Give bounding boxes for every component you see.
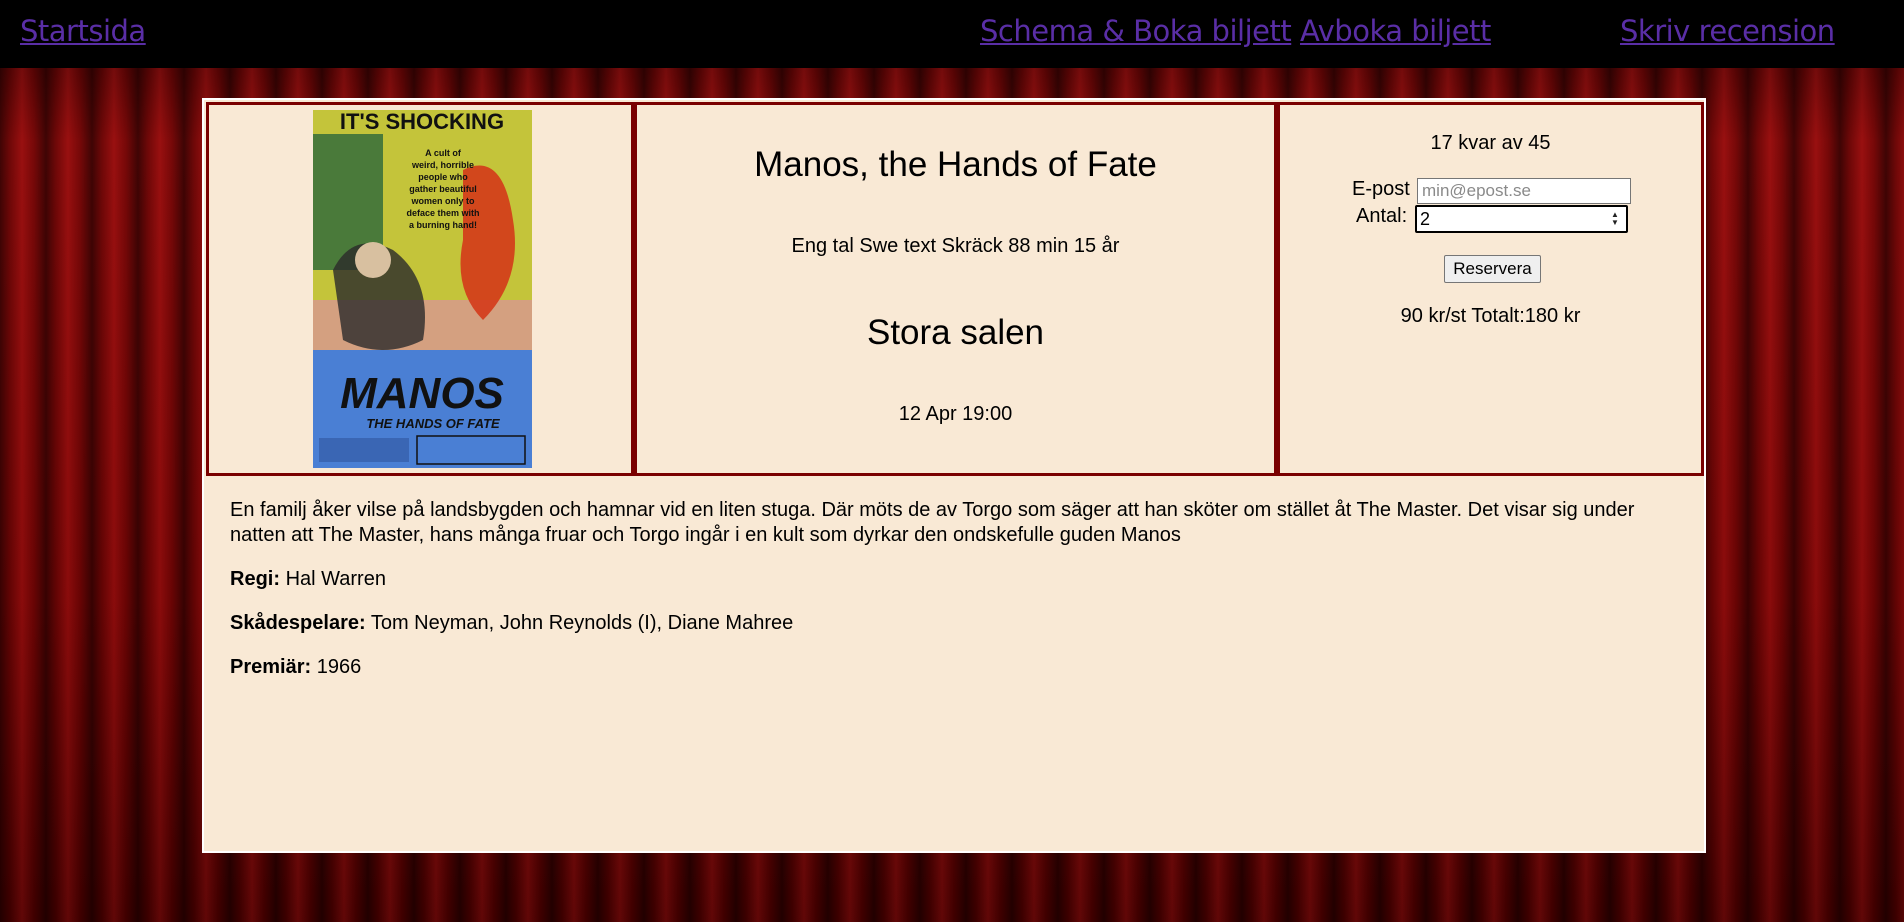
- svg-text:women only to: women only to: [411, 196, 476, 206]
- spinner-arrows-icon[interactable]: ▲ ▼: [1610, 211, 1620, 227]
- movie-description: En familj åker vilse på landsbygden och …: [230, 499, 1635, 546]
- price-summary: 90 kr/st Totalt:180 kr: [1400, 305, 1581, 327]
- movie-description-section: En familj åker vilse på landsbygden och …: [230, 498, 1695, 680]
- movie-meta: Eng tal Swe text Skräck 88 min 15 år: [791, 235, 1120, 257]
- poster-credits-box: [319, 438, 409, 462]
- screening-room: Stora salen: [866, 313, 1045, 352]
- poster-cell: IT'S SHOCKING A cult of weird, horrible …: [206, 102, 634, 476]
- email-row: E-post: [1280, 178, 1701, 204]
- quantity-label: Antal:: [1356, 205, 1408, 227]
- poster-logo: MANOS: [340, 369, 504, 418]
- movie-poster: IT'S SHOCKING A cult of weird, horrible …: [313, 110, 532, 468]
- svg-text:A cult of: A cult of: [425, 148, 462, 158]
- quantity-value: 2: [1420, 209, 1431, 229]
- svg-text:gather beautiful: gather beautiful: [409, 184, 477, 194]
- actors-label: Skådespelare:: [230, 612, 366, 634]
- director-line: Regi: Hal Warren: [230, 567, 1695, 592]
- svg-text:deface them with: deface them with: [406, 208, 479, 218]
- booking-cell: 17 kvar av 45 E-post Antal: 2 ▲▼ Reserve…: [1277, 102, 1704, 476]
- quantity-stepper[interactable]: 2 ▲ ▼: [1415, 205, 1628, 233]
- quantity-row: Antal: 2 ▲ ▼: [1280, 205, 1701, 233]
- poster-face: [355, 242, 391, 278]
- screening-time: 12 Apr 19:00: [898, 403, 1013, 425]
- nav-link-schedule-book[interactable]: Schema & Boka biljett: [980, 14, 1292, 48]
- svg-text:people who: people who: [418, 172, 468, 182]
- premiere-line: Premiär: 1966: [230, 655, 1695, 680]
- seats-available: 17 kvar av 45: [1430, 132, 1551, 154]
- movie-info-cell: Manos, the Hands of Fate Eng tal Swe tex…: [634, 102, 1277, 476]
- poster-subtitle: THE HANDS OF FATE: [366, 416, 500, 431]
- email-label: E-post: [1352, 178, 1410, 200]
- premiere-label: Premiär:: [230, 656, 312, 678]
- nav-link-write-review[interactable]: Skriv recension: [1620, 14, 1835, 48]
- nav-link-home[interactable]: Startsida: [20, 14, 146, 48]
- director-value: Hal Warren: [285, 568, 386, 590]
- actors-value: Tom Neyman, John Reynolds (I), Diane Mah…: [370, 612, 794, 634]
- reserve-button[interactable]: Reservera: [1444, 255, 1541, 283]
- poster-tagline: A cult of weird, horrible people who gat…: [406, 148, 479, 230]
- poster-image: IT'S SHOCKING A cult of weird, horrible …: [313, 110, 532, 468]
- premiere-value: 1966: [316, 656, 362, 678]
- email-field[interactable]: [1417, 178, 1631, 204]
- svg-text:weird, horrible: weird, horrible: [411, 160, 474, 170]
- svg-text:a burning hand!: a burning hand!: [409, 220, 477, 230]
- movie-detail-panel: IT'S SHOCKING A cult of weird, horrible …: [202, 98, 1706, 853]
- top-navbar: Startsida Schema & Boka biljett Avboka b…: [0, 0, 1904, 68]
- actors-line: Skådespelare: Tom Neyman, John Reynolds …: [230, 611, 1695, 636]
- director-label: Regi:: [230, 568, 280, 590]
- nav-link-cancel-ticket[interactable]: Avboka biljett: [1300, 14, 1491, 48]
- movie-title: Manos, the Hands of Fate: [754, 145, 1157, 184]
- movie-header-row: IT'S SHOCKING A cult of weird, horrible …: [204, 100, 1704, 478]
- poster-headline: IT'S SHOCKING: [340, 110, 504, 134]
